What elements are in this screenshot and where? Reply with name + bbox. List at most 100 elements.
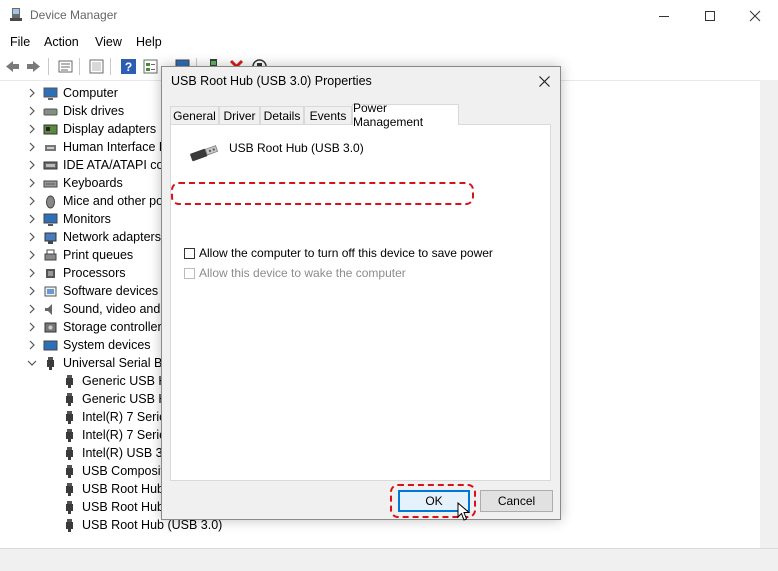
allow-wake-checkbox[interactable] [184, 267, 195, 279]
mouse-icon [46, 195, 55, 208]
ide-controller-icon [43, 161, 58, 169]
tree-label: USB Root Hub [82, 482, 164, 496]
tree-category-system-devices[interactable]: System devices [27, 336, 151, 354]
tree-category-ide-ata-atapi-con[interactable]: IDE ATA/ATAPI con [27, 156, 170, 174]
chevron-right-icon[interactable] [27, 250, 37, 260]
tree-label: Monitors [63, 212, 111, 226]
option-allow-wake[interactable]: Allow this device to wake the computer [184, 265, 406, 281]
hid-icon [45, 144, 56, 151]
tab-driver[interactable]: Driver [219, 106, 260, 124]
chevron-right-icon[interactable] [27, 268, 37, 278]
close-icon [749, 10, 761, 21]
usb-icon [66, 374, 73, 388]
tree-usb-device[interactable]: Intel(R) 7 Series [62, 426, 172, 444]
network-adapter-icon [44, 232, 57, 244]
tree-label: Intel(R) 7 Series [82, 410, 173, 424]
tree-category-computer[interactable]: Computer [27, 84, 118, 102]
tab-events[interactable]: Events [304, 106, 352, 124]
device-name: USB Root Hub (USB 3.0) [229, 141, 364, 155]
chevron-right-icon[interactable] [27, 322, 37, 332]
tree-label: USB Root Hub [82, 500, 164, 514]
chevron-right-icon[interactable] [27, 178, 37, 188]
chevron-right-icon[interactable] [27, 214, 37, 224]
tab-general[interactable]: General [170, 106, 219, 124]
help-icon[interactable]: ? [120, 58, 137, 75]
chevron-right-icon[interactable] [27, 196, 37, 206]
tree-category-storage-controllers[interactable]: Storage controllers [27, 318, 168, 336]
allow-wake-label: Allow this device to wake the computer [199, 266, 406, 280]
menu-action[interactable]: Action [44, 35, 79, 49]
tree-usb-device[interactable]: USB Root Hub [62, 480, 164, 498]
tab-details[interactable]: Details [260, 106, 304, 124]
usb-connector-icon [190, 145, 219, 162]
usb-icon [66, 392, 73, 406]
back-arrow-icon[interactable] [4, 58, 21, 75]
menu-help[interactable]: Help [136, 35, 162, 49]
menu-view[interactable]: View [95, 35, 122, 49]
vertical-scrollbar[interactable] [760, 80, 778, 548]
tree-usb-device[interactable]: Intel(R) USB 3.0 [62, 444, 173, 462]
tree-label: System devices [63, 338, 151, 352]
forward-arrow-icon[interactable] [25, 58, 42, 75]
storage-controller-icon [44, 322, 57, 332]
tab-power-management[interactable]: Power Management [352, 101, 459, 129]
scan-icon[interactable] [88, 58, 105, 75]
close-icon [538, 75, 550, 87]
tree-usb-device[interactable]: USB Composite [62, 462, 171, 480]
tree-usb-device[interactable]: USB Root Hub [62, 498, 164, 516]
tree-category-sound-video-and-ga[interactable]: Sound, video and ga [27, 300, 178, 318]
dialog-title: USB Root Hub (USB 3.0) Properties [171, 74, 372, 88]
tree-category-disk-drives[interactable]: Disk drives [27, 102, 124, 120]
display-adapter-icon [43, 124, 58, 134]
tree-category-keyboards[interactable]: Keyboards [27, 174, 123, 192]
minimize-icon [659, 15, 669, 17]
cancel-button[interactable]: Cancel [480, 490, 553, 512]
option-allow-turn-off[interactable]: Allow the computer to turn off this devi… [184, 245, 493, 261]
tree-label: Keyboards [63, 176, 123, 190]
sound-icon [45, 303, 52, 315]
tree-category-display-adapters[interactable]: Display adapters [27, 120, 156, 138]
tree-category-network-adapters[interactable]: Network adapters [27, 228, 161, 246]
chevron-right-icon[interactable] [27, 286, 37, 296]
tree-label: USB Composite [82, 464, 171, 478]
tree-usb-device[interactable]: Generic USB Hu [62, 390, 174, 408]
chevron-right-icon[interactable] [27, 340, 37, 350]
chevron-right-icon[interactable] [27, 160, 37, 170]
chevron-right-icon[interactable] [27, 232, 37, 242]
menu-file[interactable]: File [10, 35, 30, 49]
usb-icon [66, 518, 73, 532]
chevron-right-icon[interactable] [27, 304, 37, 314]
tree-category-software-devices[interactable]: Software devices [27, 282, 158, 300]
maximize-button[interactable] [687, 0, 733, 31]
tree-category-processors[interactable]: Processors [27, 264, 126, 282]
allow-turn-off-label: Allow the computer to turn off this devi… [199, 246, 493, 260]
allow-turn-off-checkbox[interactable] [184, 247, 195, 259]
usb-icon [66, 446, 73, 460]
view-icon[interactable] [142, 58, 159, 75]
close-button[interactable] [732, 0, 778, 31]
tree-label: Display adapters [63, 122, 157, 136]
chevron-down-icon[interactable] [27, 358, 37, 368]
toolbar-separator [48, 58, 49, 75]
tree-label: IDE ATA/ATAPI con [63, 158, 171, 172]
keyboard-icon [43, 180, 58, 187]
tree-category-human-interface-dev[interactable]: Human Interface Dev [27, 138, 181, 156]
tree-category-mice-and-other-po[interactable]: Mice and other po [27, 192, 163, 210]
chevron-right-icon[interactable] [27, 124, 37, 134]
dialog-close-button[interactable] [534, 71, 554, 91]
status-bar [0, 548, 778, 571]
highlight-allow-turn-off [171, 182, 474, 205]
tree-usb-device[interactable]: Generic USB Hu [62, 372, 174, 390]
usb-icon [66, 500, 73, 514]
chevron-right-icon[interactable] [27, 88, 37, 98]
power-management-panel: USB Root Hub (USB 3.0) Allow the compute… [170, 124, 551, 481]
tree-category-universal-serial-bus[interactable]: Universal Serial Bus [27, 354, 176, 372]
minimize-button[interactable] [641, 0, 687, 31]
properties-icon[interactable] [57, 58, 74, 75]
chevron-right-icon[interactable] [27, 106, 37, 116]
chevron-right-icon[interactable] [27, 142, 37, 152]
tree-usb-device[interactable]: Intel(R) 7 Series [62, 408, 172, 426]
tree-category-monitors[interactable]: Monitors [27, 210, 111, 228]
tree-label: Mice and other po [63, 194, 164, 208]
tree-category-print-queues[interactable]: Print queues [27, 246, 133, 264]
